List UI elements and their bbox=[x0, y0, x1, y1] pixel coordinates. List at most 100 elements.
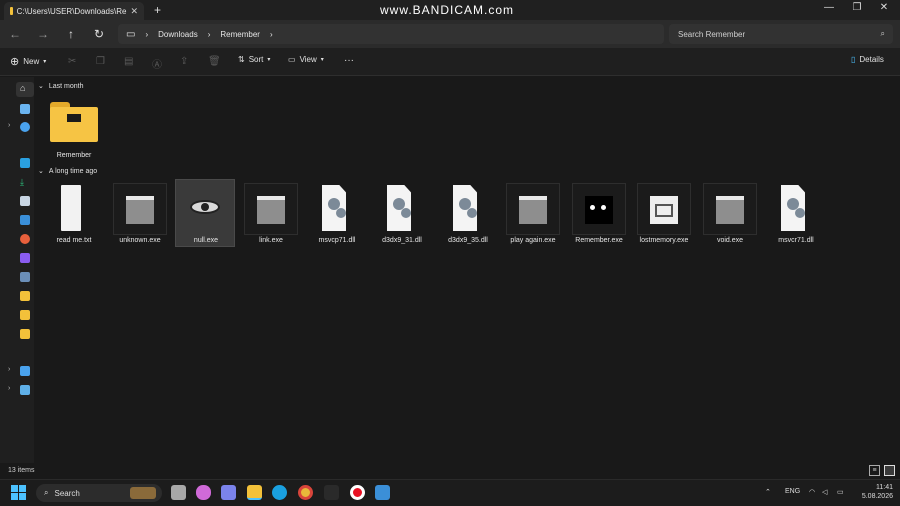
file-item[interactable]: msvcp71.dll bbox=[307, 181, 367, 247]
refresh-button[interactable]: ↻ bbox=[90, 25, 108, 43]
this-pc-icon[interactable] bbox=[20, 366, 30, 376]
pictures-icon[interactable] bbox=[20, 215, 30, 225]
cut-icon[interactable]: ✂ bbox=[68, 56, 76, 67]
bandicam-record-icon[interactable] bbox=[350, 485, 365, 500]
sidebar-item-home[interactable]: ⌂ bbox=[16, 82, 34, 97]
new-button[interactable]: ⊕ New ▾ bbox=[10, 55, 46, 68]
file-name: read me.txt bbox=[56, 237, 92, 244]
chevron-down-icon: ▾ bbox=[267, 57, 271, 63]
file-name: d3dx9_31.dll bbox=[382, 237, 422, 244]
up-button[interactable]: ↑ bbox=[62, 25, 80, 43]
breadcrumb-remember[interactable]: Remember bbox=[220, 30, 260, 39]
share-icon[interactable]: ⇪ bbox=[180, 56, 188, 67]
rename-icon[interactable]: Ⓐ bbox=[152, 56, 162, 71]
new-tab-button[interactable]: + bbox=[154, 3, 161, 17]
see-more-button[interactable]: ··· bbox=[344, 55, 354, 66]
music-icon[interactable] bbox=[20, 234, 30, 244]
details-view-icon[interactable]: ≡ bbox=[869, 465, 880, 476]
search-input[interactable]: Search Remember ⌕ bbox=[669, 24, 893, 44]
recycle-bin-icon[interactable] bbox=[20, 272, 30, 282]
status-bar: 13 items bbox=[0, 463, 900, 479]
file-item-selected[interactable]: null.exe bbox=[175, 179, 235, 247]
group-header-long-ago[interactable]: ⌄ A long time ago bbox=[38, 167, 97, 176]
exe-gray-icon bbox=[506, 183, 560, 235]
file-item[interactable]: unknown.exe bbox=[110, 181, 170, 247]
sort-button[interactable]: ⇅ Sort ▾ bbox=[238, 55, 270, 64]
expand-chevron-icon[interactable]: › bbox=[8, 385, 10, 392]
onedrive-icon[interactable] bbox=[20, 122, 30, 132]
sort-icon: ⇅ bbox=[238, 55, 245, 64]
file-item[interactable]: link.exe bbox=[241, 181, 301, 247]
group-header-last-month[interactable]: ⌄ Last month bbox=[38, 82, 84, 91]
text-file-icon bbox=[61, 185, 81, 231]
search-placeholder: Search Remember bbox=[678, 29, 746, 39]
copy-icon[interactable]: ❐ bbox=[96, 56, 105, 67]
tab-title: C:\Users\USER\Downloads\Re bbox=[16, 6, 127, 16]
folder-icon[interactable] bbox=[20, 291, 30, 301]
chrome-icon[interactable] bbox=[298, 485, 313, 500]
volume-icon[interactable]: ◁ bbox=[822, 488, 827, 496]
forward-button[interactable]: → bbox=[34, 25, 52, 43]
back-button[interactable]: ← bbox=[6, 25, 24, 43]
teams-icon[interactable] bbox=[221, 485, 236, 500]
file-name: d3dx9_35.dll bbox=[448, 237, 488, 244]
documents-icon[interactable] bbox=[20, 196, 30, 206]
file-item[interactable]: Remember.exe bbox=[569, 181, 629, 247]
chevron-right-icon: › bbox=[145, 29, 149, 39]
maximize-button[interactable]: ❐ bbox=[847, 2, 867, 13]
network-icon[interactable] bbox=[20, 385, 30, 395]
task-view-icon[interactable] bbox=[171, 485, 186, 500]
file-name: Remember bbox=[56, 152, 92, 159]
bandicam-watermark: www.BANDICAM.com bbox=[380, 3, 515, 17]
downloads-icon[interactable]: ⤓ bbox=[20, 177, 30, 187]
view-button[interactable]: ▭ View ▾ bbox=[288, 55, 324, 64]
large-icons-view-icon[interactable] bbox=[884, 465, 895, 476]
details-button[interactable]: ▯ Details bbox=[851, 55, 884, 64]
file-item[interactable]: d3dx9_31.dll bbox=[372, 181, 432, 247]
file-item[interactable]: msvcr71.dll bbox=[766, 181, 826, 247]
file-explorer-icon[interactable] bbox=[247, 485, 262, 500]
delete-icon[interactable]: 🗑 bbox=[208, 56, 221, 67]
search-icon: ⌕ bbox=[880, 29, 885, 38]
copilot-icon[interactable] bbox=[196, 485, 211, 500]
exe-gray-icon bbox=[113, 183, 167, 235]
chevron-up-icon[interactable]: ⌃ bbox=[765, 488, 771, 496]
file-item[interactable]: void.exe bbox=[700, 181, 760, 247]
taskbar-search[interactable]: ⌕ Search bbox=[36, 484, 162, 502]
chevron-right-icon: › bbox=[207, 29, 211, 39]
details-label: Details bbox=[859, 55, 884, 64]
file-item[interactable]: d3dx9_35.dll bbox=[438, 181, 498, 247]
desktop-icon[interactable] bbox=[20, 158, 30, 168]
minimize-button[interactable]: — bbox=[819, 2, 839, 13]
folder-remember[interactable]: Remember bbox=[44, 96, 104, 162]
tab-current-folder[interactable]: C:\Users\USER\Downloads\Re ✕ bbox=[4, 2, 144, 20]
file-item[interactable]: play again.exe bbox=[503, 181, 563, 247]
breadcrumb-downloads[interactable]: Downloads bbox=[158, 30, 198, 39]
eye-icon bbox=[190, 200, 220, 214]
chevron-down-icon: ▾ bbox=[43, 59, 47, 65]
folder-icon[interactable] bbox=[20, 329, 30, 339]
folder-icon[interactable] bbox=[20, 310, 30, 320]
address-bar[interactable]: ▭ › Downloads › Remember › bbox=[118, 24, 664, 44]
language-indicator[interactable]: ENG bbox=[785, 488, 800, 495]
close-button[interactable]: ✕ bbox=[874, 2, 894, 13]
file-name: msvcp71.dll bbox=[318, 237, 356, 244]
item-count: 13 items bbox=[8, 467, 35, 474]
clock-date: 5.08.2026 bbox=[861, 493, 893, 500]
expand-chevron-icon[interactable]: › bbox=[8, 122, 10, 129]
taskbar-search-label: Search bbox=[54, 488, 80, 498]
photos-icon[interactable] bbox=[375, 485, 390, 500]
videos-icon[interactable] bbox=[20, 253, 30, 263]
paste-icon[interactable]: ▤ bbox=[124, 56, 133, 67]
tab-close-icon[interactable]: ✕ bbox=[130, 6, 138, 17]
edge-icon[interactable] bbox=[272, 485, 287, 500]
settings-icon[interactable] bbox=[324, 485, 339, 500]
gallery-icon[interactable] bbox=[20, 104, 30, 114]
battery-icon[interactable]: ▭ bbox=[837, 488, 844, 496]
wifi-icon[interactable]: ◠ bbox=[809, 488, 815, 496]
start-button[interactable] bbox=[11, 485, 26, 500]
expand-chevron-icon[interactable]: › bbox=[8, 366, 10, 373]
clock[interactable]: 11:41 5.08.2026 bbox=[857, 483, 893, 501]
file-item[interactable]: read me.txt bbox=[44, 181, 104, 247]
file-item[interactable]: lostmemory.exe bbox=[634, 181, 694, 247]
